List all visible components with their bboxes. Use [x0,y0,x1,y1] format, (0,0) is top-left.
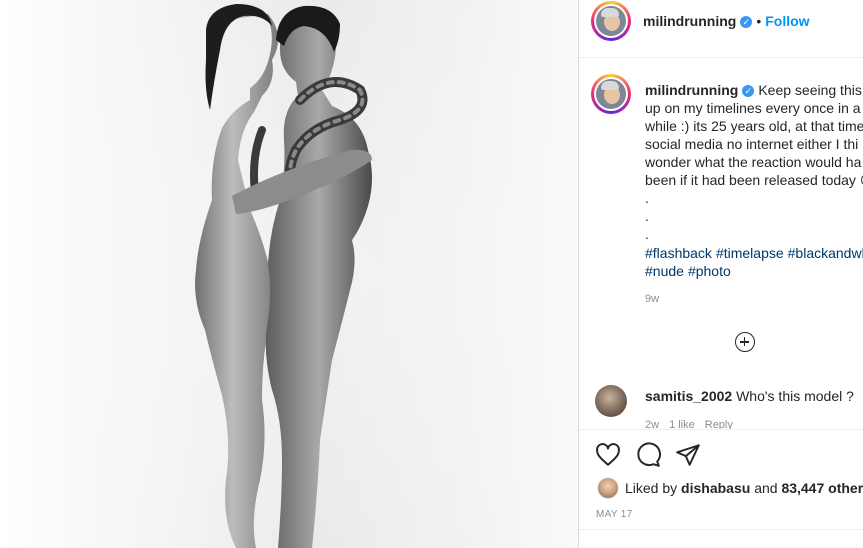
actions-bar: Liked by dishabasu and 83,447 others MAY… [579,429,863,548]
like-heart-icon[interactable] [595,442,621,468]
share-paper-plane-icon[interactable] [675,442,701,468]
hashtag-link[interactable]: #timelapse [716,245,784,261]
hashtag-link[interactable]: #nude [645,263,684,279]
separator-dot: • [756,13,762,29]
caption-avatar[interactable] [594,77,628,111]
follow-button[interactable]: Follow [765,13,809,29]
comment-bubble-icon[interactable] [635,442,661,468]
post-photo[interactable] [0,0,578,548]
liker-username[interactable]: dishabasu [681,480,750,496]
comment-text: Who's this model ? [736,388,854,404]
caption-text: Keep seeing this p up on my timelines ev… [645,82,863,242]
post-sidebar: milindrunning ✓ • Follow milindrunning ✓ Keep… [579,0,863,548]
post-date[interactable]: MAY 17 [596,509,632,520]
likes-summary: Liked by dishabasu and 83,447 others [597,477,863,499]
liker-avatar[interactable] [597,477,619,499]
verified-badge-icon: ✓ [740,15,753,28]
likes-count[interactable]: 83,447 others [781,480,863,496]
caption: milindrunning ✓Keep seeing this p up on m… [645,81,863,243]
photo-figures [0,0,578,548]
add-comment-area[interactable] [579,530,863,548]
likes-prefix: Liked by [625,480,678,496]
verified-badge-icon: ✓ [742,85,755,98]
commenter-username[interactable]: samitis_2002 [645,388,732,404]
post-header: milindrunning ✓ • Follow [579,0,863,58]
avatar[interactable] [594,4,628,38]
caption-story-ring[interactable] [591,74,631,114]
hashtag-link[interactable]: #flashback [645,245,712,261]
hashtags: #flashback #timelapse #blackandwh #nude #ph… [645,244,863,280]
story-ring[interactable] [591,1,631,41]
hashtag-link[interactable]: #photo [688,263,731,279]
likes-conjunction: and [754,480,778,496]
hashtag-link[interactable]: #blackandwh [788,245,863,261]
caption-age[interactable]: 9w [645,293,659,305]
comment: samitis_2002 Who's this model ? [645,388,854,404]
header-username[interactable]: milindrunning [643,13,736,29]
caption-username[interactable]: milindrunning [645,82,738,98]
header-user: milindrunning ✓ • Follow [643,13,810,31]
load-more-comments-icon[interactable] [735,332,755,352]
